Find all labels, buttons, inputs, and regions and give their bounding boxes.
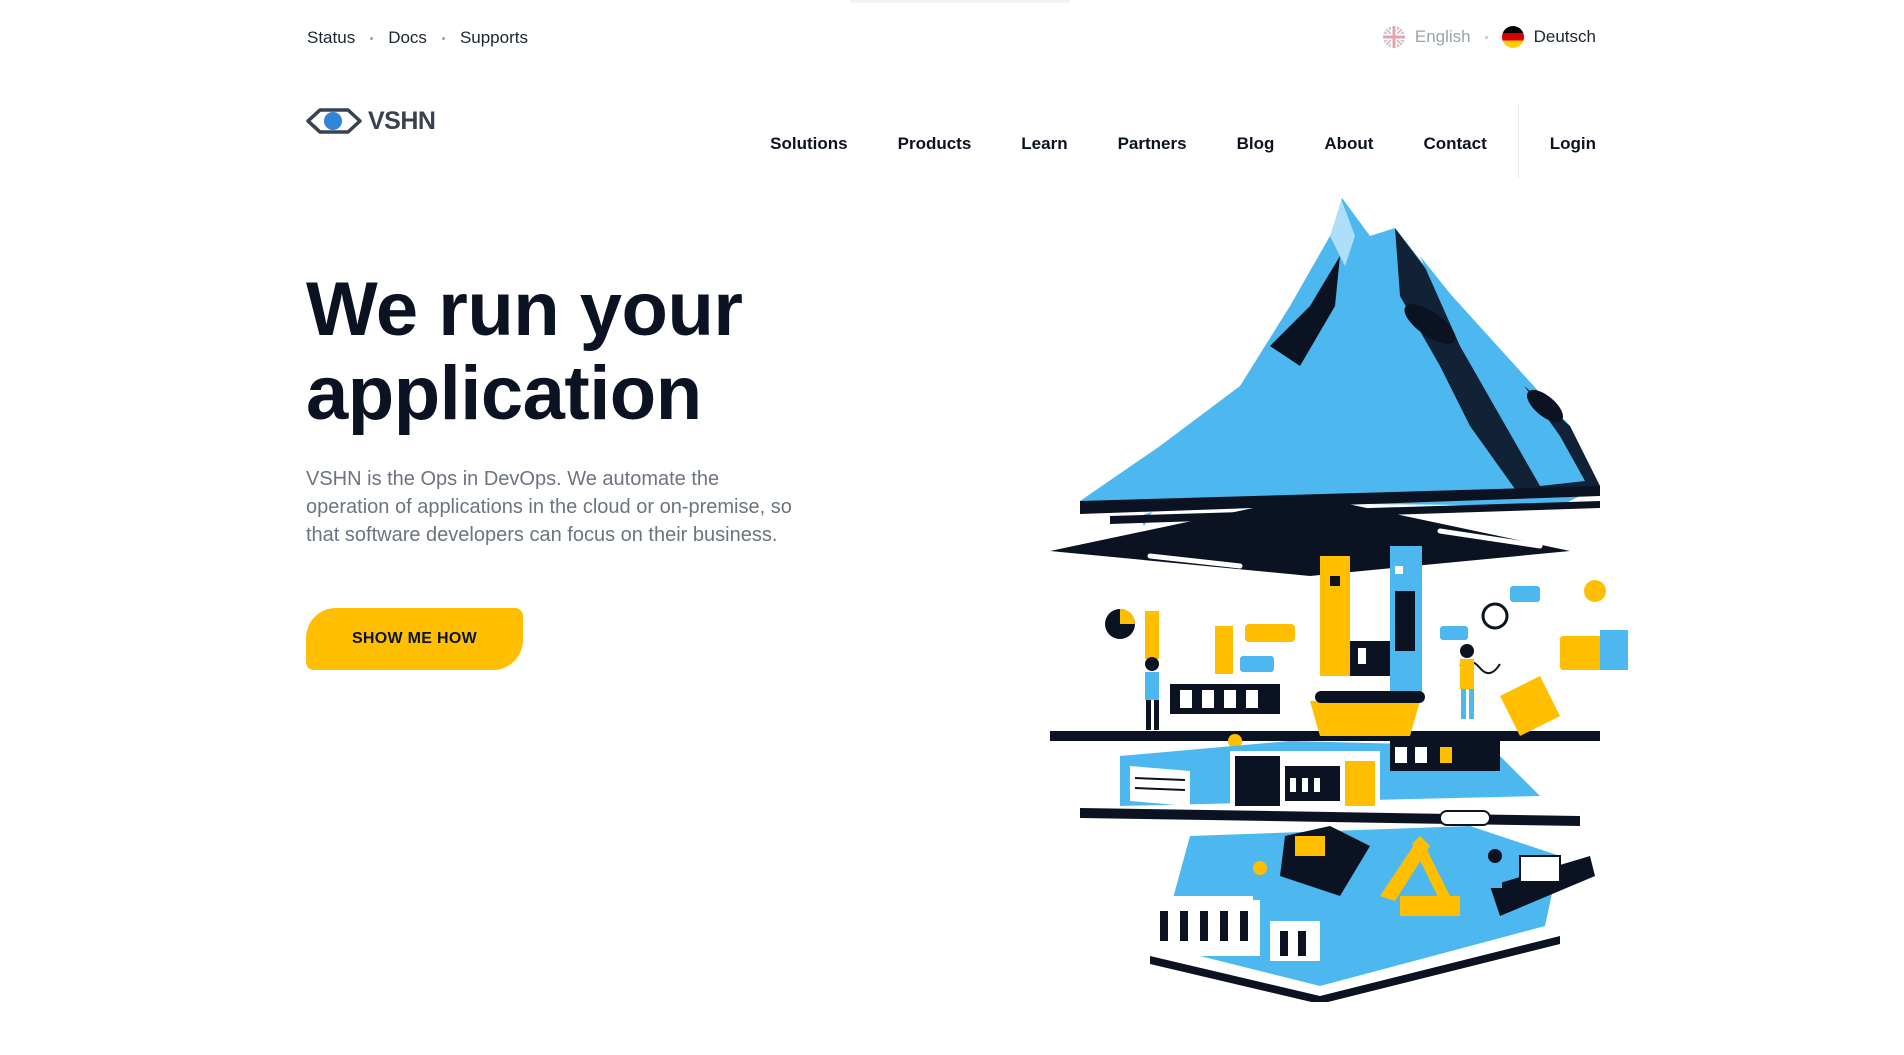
mountain-illustration xyxy=(1080,196,1600,526)
top-tab[interactable] xyxy=(850,0,1070,3)
nav-learn[interactable]: Learn xyxy=(1021,134,1067,154)
lower-floor xyxy=(1150,826,1595,1002)
germany-flag-icon xyxy=(1501,26,1524,48)
language-deutsch[interactable]: Deutsch xyxy=(1501,26,1596,48)
status-link[interactable]: Status xyxy=(307,28,355,48)
logo-text: VSHN xyxy=(368,106,436,135)
devops-illustration xyxy=(1050,196,1628,1002)
nav-blog[interactable]: Blog xyxy=(1237,134,1275,154)
nav-partners[interactable]: Partners xyxy=(1118,134,1187,154)
show-me-how-button[interactable]: SHOW ME HOW xyxy=(306,608,523,670)
nav-solutions[interactable]: Solutions xyxy=(770,134,847,154)
hero-title: We run your application xyxy=(306,267,743,436)
middle-floor xyxy=(1080,741,1580,826)
vshn-logo[interactable]: VSHN xyxy=(306,104,436,138)
eye-logo-icon xyxy=(306,108,362,134)
language-english[interactable]: English xyxy=(1382,26,1471,48)
nav-login[interactable]: Login xyxy=(1550,134,1596,154)
separator-dot xyxy=(1484,35,1488,39)
supports-link[interactable]: Supports xyxy=(460,28,528,48)
hero-subtitle: VSHN is the Ops in DevOps. We automate t… xyxy=(306,468,792,546)
separator-dot xyxy=(441,36,445,40)
nav-about[interactable]: About xyxy=(1324,134,1373,154)
nav-divider xyxy=(1517,104,1519,178)
english-label: English xyxy=(1414,27,1471,46)
nav-contact[interactable]: Contact xyxy=(1423,134,1486,154)
language-switcher: English Deutsch xyxy=(1382,26,1596,48)
uk-flag-icon xyxy=(1382,26,1405,48)
page: Status Docs Supports English Deutsch VSH… xyxy=(0,0,1904,1055)
deutsch-label: Deutsch xyxy=(1533,27,1596,46)
separator-dot xyxy=(370,36,374,40)
nav-products[interactable]: Products xyxy=(898,134,972,154)
docs-link[interactable]: Docs xyxy=(388,28,427,48)
upper-floor xyxy=(1050,676,1600,741)
utility-links: Status Docs Supports xyxy=(307,28,528,48)
main-nav: Solutions Products Learn Partners Blog A… xyxy=(770,104,1596,178)
